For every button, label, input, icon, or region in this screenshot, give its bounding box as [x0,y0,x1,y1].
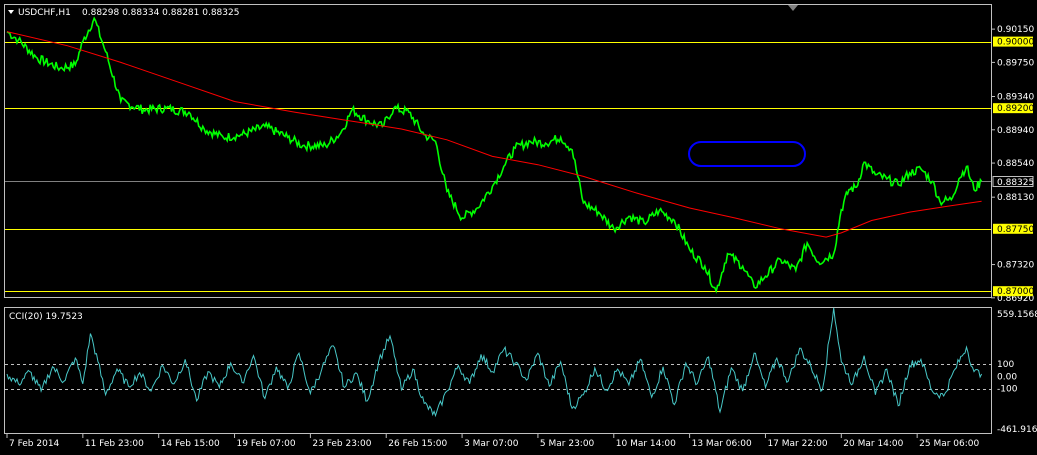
x-tick-label: 25 Mar 06:00 [919,439,979,449]
cci-tick-label: -100 [997,385,1018,395]
x-tick-label: 10 Mar 14:00 [616,439,676,449]
x-tick-label: 11 Feb 23:00 [85,439,144,449]
indicator-panel-frame [4,307,992,434]
cci-tick-label: -461.9163 [997,425,1037,435]
x-tick-label: 13 Mar 06:00 [692,439,752,449]
y-tick-label: 0.88940 [997,126,1034,136]
level-price-label: 0.89200 [997,104,1034,114]
x-tick-label: 3 Mar 07:00 [464,439,519,449]
y-tick-label: 0.88540 [997,159,1034,169]
level-price-label: 0.90000 [997,38,1034,48]
main-panel-frame [4,4,992,298]
menu-dropdown-icon[interactable] [8,10,14,14]
price-plot [5,16,991,294]
cci-tick-label: 0.00 [997,372,1017,382]
x-tick-label: 7 Feb 2014 [9,439,60,449]
symbol-label: USDCHF,H1 [18,8,71,18]
moving-average-line [6,31,982,238]
ellipse-annotation[interactable] [688,141,806,167]
y-tick-label: 0.88130 [997,193,1034,203]
y-tick-label: 0.89340 [997,93,1034,103]
x-tick-label: 14 Feb 15:00 [161,439,220,449]
ohlc-readout: 0.88298 0.88334 0.88281 0.88325 [82,8,239,18]
price-series-line [6,16,983,294]
current-price-label: 0.88325 [997,178,1034,188]
x-tick-label: 26 Feb 15:00 [388,439,447,449]
chart-window: USDCHF,H1 0.88298 0.88334 0.88281 0.8832… [0,0,1037,455]
level-price-label: 0.87750 [997,225,1034,235]
x-tick-label: 19 Feb 07:00 [237,439,296,449]
chart-canvas[interactable]: USDCHF,H1 0.88298 0.88334 0.88281 0.8832… [0,0,1037,455]
cci-series-line [6,307,983,418]
cci-tick-label: 559.1568 [997,310,1037,320]
y-tick-label: 0.89750 [997,58,1034,68]
x-tick-label: 17 Mar 22:00 [767,439,827,449]
level-price-label: 0.87000 [997,287,1034,297]
cci-label: CCI(20) 19.7523 [9,312,83,322]
x-tick-label: 5 Mar 23:00 [540,439,595,449]
chart-shift-marker-icon[interactable] [788,5,798,11]
y-tick-label: 0.87320 [997,261,1034,271]
axis-labels: 0.90150 0.89750 0.89340 0.88940 0.88540 0.881… [6,25,1037,449]
y-tick-label: 0.90150 [997,25,1034,35]
x-tick-label: 23 Feb 23:00 [312,439,371,449]
cci-tick-label: 100 [997,360,1014,370]
x-tick-label: 20 Mar 14:00 [843,439,903,449]
cci-plot [5,307,991,418]
